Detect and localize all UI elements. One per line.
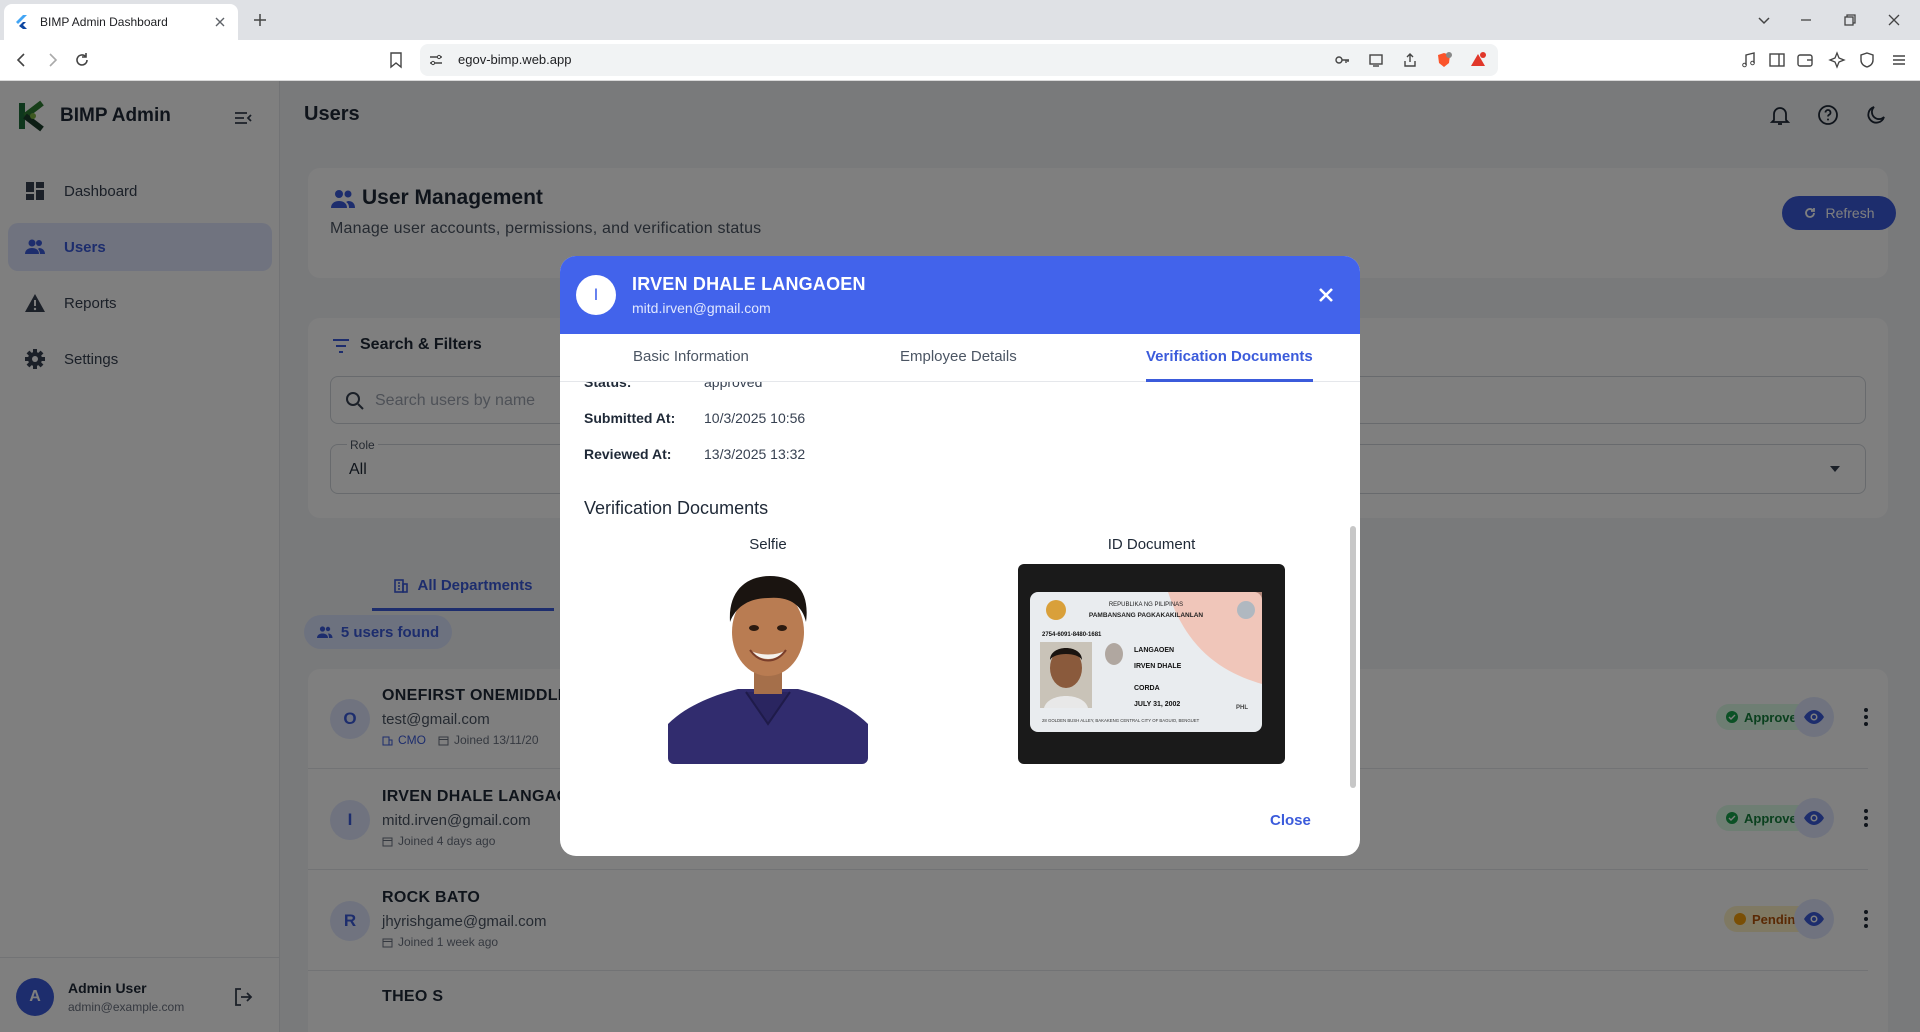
user-details-dialog: I IRVEN DHALE LANGAOEN mitd.irven@gmail.… <box>560 256 1360 856</box>
submitted-value: 10/3/2025 10:56 <box>704 410 806 426</box>
brave-rewards-icon[interactable] <box>1470 52 1486 68</box>
minimize-icon[interactable] <box>1796 10 1816 30</box>
browser-toolbar: egov-bimp.web.app <box>0 40 1920 81</box>
vpn-icon[interactable] <box>1858 51 1876 69</box>
browser-tab-strip: BIMP Admin Dashboard <box>0 0 1920 40</box>
dialog-user-email: mitd.irven@gmail.com <box>632 300 771 316</box>
menu-icon[interactable] <box>1890 51 1908 69</box>
id-document-label: ID Document <box>1107 536 1196 553</box>
id-address-text: 28 GOLDEN BUSH ALLEY, BAKAKENG CENTRAL C… <box>1042 718 1200 723</box>
tab-basic-information[interactable]: Basic Information <box>633 348 749 365</box>
tab-search-icon[interactable] <box>1754 10 1774 30</box>
status-value: approved <box>704 382 763 390</box>
media-icon[interactable] <box>1740 51 1758 69</box>
reviewed-label: Reviewed At: <box>584 446 672 462</box>
selfie-label: Selfie <box>749 536 787 553</box>
avatar: I <box>576 275 616 315</box>
address-bar[interactable]: egov-bimp.web.app <box>420 44 1498 76</box>
id-middle-name-text: CORDA <box>1134 685 1160 692</box>
forward-icon[interactable] <box>42 50 62 70</box>
selfie-image[interactable] <box>668 564 868 764</box>
tab-verification-documents[interactable]: Verification Documents <box>1146 348 1313 382</box>
reload-icon[interactable] <box>72 50 92 70</box>
flutter-favicon-icon <box>16 15 27 29</box>
dialog-user-name: IRVEN DHALE LANGAOEN <box>632 274 866 294</box>
password-key-icon[interactable] <box>1334 52 1350 68</box>
browser-tab[interactable]: BIMP Admin Dashboard <box>4 4 238 40</box>
id-country-text: PHL <box>1236 705 1248 711</box>
close-window-icon[interactable] <box>1884 10 1904 30</box>
dialog-tabs: Basic Information Employee Details Verif… <box>560 334 1360 382</box>
site-settings-icon[interactable] <box>428 52 444 68</box>
cast-icon[interactable] <box>1368 52 1384 68</box>
restore-icon[interactable] <box>1840 10 1860 30</box>
documents-title: Verification Documents <box>584 498 769 518</box>
id-given-name-text: IRVEN DHALE <box>1134 663 1182 670</box>
new-tab-icon[interactable] <box>250 10 270 30</box>
brave-shields-icon[interactable] <box>1436 52 1452 68</box>
status-label: Status: <box>584 382 632 390</box>
dialog-scrollbar[interactable] <box>1350 526 1356 788</box>
close-button[interactable]: Close <box>1270 812 1311 829</box>
close-tab-icon[interactable] <box>212 14 228 30</box>
submitted-label: Submitted At: <box>584 410 676 426</box>
id-document-image[interactable]: REPUBLIKA NG PILIPINAS PAMBANSANG PAGKAK… <box>1018 564 1285 764</box>
id-card-name-text: PAMBANSANG PAGKAKAKILANLAN <box>1089 612 1204 619</box>
share-icon[interactable] <box>1402 52 1418 68</box>
reviewed-value: 13/3/2025 13:32 <box>704 446 806 462</box>
dialog-header: I IRVEN DHALE LANGAOEN mitd.irven@gmail.… <box>560 256 1360 334</box>
dialog-body: Status: approved Submitted At: 10/3/2025… <box>560 382 1360 790</box>
leo-ai-icon[interactable] <box>1828 51 1846 69</box>
id-number-text: 2754-6091-8480-1681 <box>1042 632 1102 638</box>
id-dob-text: JULY 31, 2002 <box>1134 701 1180 708</box>
tab-employee-details[interactable]: Employee Details <box>900 348 1017 365</box>
id-republic-text: REPUBLIKA NG PILIPINAS <box>1109 602 1183 608</box>
id-last-name-text: LANGAOEN <box>1134 647 1174 654</box>
wallet-icon[interactable] <box>1796 51 1814 69</box>
close-icon[interactable] <box>1314 283 1338 307</box>
sidebar-toggle-icon[interactable] <box>1768 51 1786 69</box>
tab-title: BIMP Admin Dashboard <box>40 15 168 29</box>
bookmark-icon[interactable] <box>388 51 404 69</box>
url-text[interactable]: egov-bimp.web.app <box>458 52 571 67</box>
back-icon[interactable] <box>12 50 32 70</box>
